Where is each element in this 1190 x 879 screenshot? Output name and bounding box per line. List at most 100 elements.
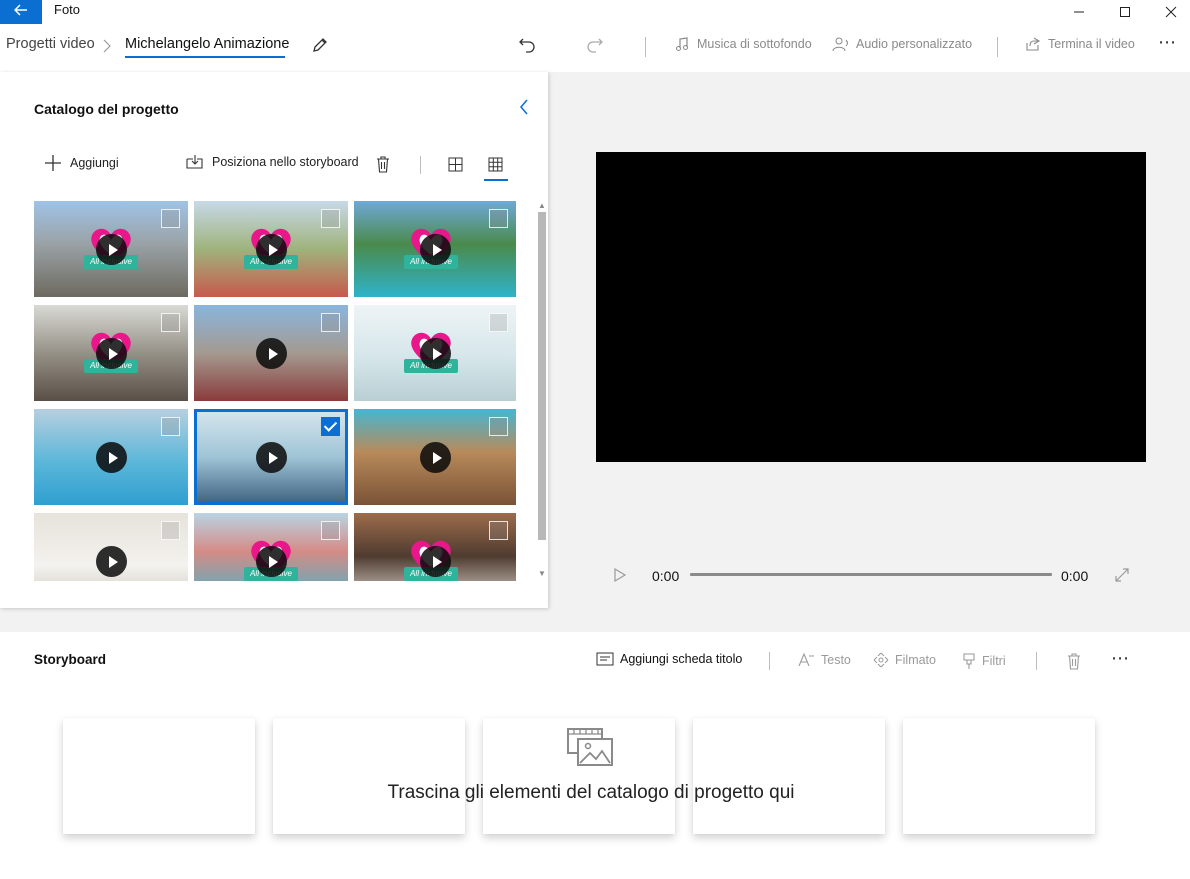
breadcrumb-underline [125, 56, 285, 58]
seek-bar[interactable] [690, 573, 1052, 576]
select-checkbox[interactable] [489, 521, 508, 540]
video-preview[interactable] [596, 152, 1146, 462]
play-overlay-icon[interactable] [420, 442, 451, 473]
play-overlay-icon[interactable] [420, 546, 451, 577]
plus-icon [45, 155, 61, 171]
play-overlay-icon[interactable] [256, 234, 287, 265]
storyboard-title: Storyboard [34, 652, 107, 667]
project-name[interactable]: Michelangelo Animazione [125, 36, 289, 52]
catalog-video-thumbnail[interactable]: All inclusive [354, 201, 516, 297]
title-bar: Foto [0, 0, 1190, 26]
select-checkbox[interactable] [321, 313, 340, 332]
total-time: 0:00 [1061, 568, 1089, 584]
delete-icon[interactable] [1067, 652, 1081, 670]
finish-video-label: Termina il video [1048, 37, 1135, 51]
text-button[interactable]: Testo [797, 652, 851, 668]
current-time: 0:00 [652, 568, 680, 584]
catalog-scrollbar-thumb[interactable] [538, 212, 546, 540]
back-button[interactable] [0, 0, 42, 24]
motion-button[interactable]: Filmato [873, 652, 936, 668]
separator [769, 652, 770, 670]
catalog-video-thumbnail[interactable] [34, 513, 188, 581]
play-overlay-icon[interactable] [96, 338, 127, 369]
maximize-button[interactable] [1102, 0, 1148, 24]
chevron-left-icon [520, 99, 528, 115]
filters-label: Filtri [982, 654, 1006, 668]
custom-audio-button[interactable]: Audio personalizzato [832, 35, 972, 53]
edit-pencil-icon[interactable] [311, 36, 329, 54]
fullscreen-icon[interactable] [1114, 567, 1130, 583]
view-mode-underline [484, 179, 508, 181]
select-checkbox[interactable] [489, 313, 508, 332]
catalog-video-thumbnail[interactable]: All inclusive [194, 201, 348, 297]
music-note-icon [673, 35, 691, 53]
small-grid-view-icon[interactable] [488, 157, 503, 172]
play-icon[interactable] [613, 567, 627, 583]
separator [420, 156, 421, 174]
select-checkbox[interactable] [321, 521, 340, 540]
custom-audio-label: Audio personalizzato [856, 37, 973, 51]
play-overlay-icon[interactable] [96, 234, 127, 265]
catalog-video-thumbnail[interactable] [194, 305, 348, 401]
place-in-storyboard-button[interactable]: Posiziona nello storyboard [186, 154, 359, 170]
add-title-card-button[interactable]: Aggiungi scheda titolo [596, 652, 742, 666]
storyboard-slot[interactable] [903, 718, 1095, 834]
filter-brush-icon [963, 653, 975, 669]
text-label: Testo [821, 653, 851, 667]
catalog-video-thumbnail[interactable]: All inclusive [194, 513, 348, 581]
play-overlay-icon[interactable] [256, 442, 287, 473]
delete-icon[interactable] [376, 155, 390, 173]
storyboard-more-button[interactable]: ⋯ [1111, 648, 1129, 669]
play-overlay-icon[interactable] [420, 234, 451, 265]
arrow-left-icon [13, 3, 28, 21]
storyboard-slot[interactable] [693, 718, 885, 834]
collapse-panel-button[interactable] [518, 98, 538, 120]
redo-icon[interactable] [586, 35, 604, 53]
catalog-video-thumbnail[interactable] [354, 409, 516, 505]
select-checkbox[interactable] [489, 417, 508, 436]
motion-label: Filmato [895, 653, 936, 667]
close-button[interactable] [1148, 0, 1190, 24]
select-checkbox[interactable] [489, 209, 508, 228]
background-music-label: Musica di sottofondo [697, 37, 812, 51]
storyboard-panel: Storyboard Aggiungi scheda titolo Testo … [0, 632, 1190, 879]
minimize-button[interactable] [1056, 0, 1102, 24]
close-icon [1165, 6, 1177, 18]
catalog-video-thumbnail[interactable]: All inclusive [34, 201, 188, 297]
select-checkbox[interactable] [321, 209, 340, 228]
large-grid-view-icon[interactable] [448, 157, 463, 172]
app-title: Foto [54, 2, 81, 17]
play-overlay-icon[interactable] [256, 338, 287, 369]
play-overlay-icon[interactable] [420, 338, 451, 369]
select-checkbox[interactable] [321, 417, 340, 436]
select-checkbox[interactable] [161, 521, 180, 540]
storyboard-slot[interactable] [63, 718, 255, 834]
filters-button[interactable]: Filtri [962, 652, 1006, 670]
play-overlay-icon[interactable] [96, 442, 127, 473]
motion-icon [873, 652, 889, 668]
background-music-button[interactable]: Musica di sottofondo [673, 35, 812, 53]
more-options-button[interactable]: ⋯ [1158, 32, 1177, 53]
add-button[interactable]: Aggiungi [44, 154, 119, 172]
finish-video-button[interactable]: Termina il video [1024, 35, 1135, 53]
scroll-down-arrow[interactable]: ▼ [537, 569, 547, 579]
breadcrumb-projects[interactable]: Progetti video [6, 36, 95, 52]
select-checkbox[interactable] [161, 209, 180, 228]
add-title-card-label: Aggiungi scheda titolo [620, 652, 743, 666]
storyboard-slot[interactable] [273, 718, 465, 834]
storyboard-drop-hint: Trascina gli elementi del catalogo di pr… [387, 782, 795, 803]
separator [1036, 652, 1037, 670]
scroll-up-arrow[interactable]: ▲ [537, 201, 547, 211]
catalog-video-thumbnail[interactable] [34, 409, 188, 505]
catalog-video-thumbnail[interactable]: All inclusive [354, 513, 516, 581]
undo-icon[interactable] [518, 35, 536, 53]
place-in-storyboard-label: Posiziona nello storyboard [212, 155, 359, 169]
select-checkbox[interactable] [161, 417, 180, 436]
catalog-video-thumbnail[interactable]: All inclusive [354, 305, 516, 401]
minimize-icon [1074, 11, 1084, 13]
catalog-video-thumbnail[interactable] [194, 409, 348, 505]
catalog-video-thumbnail[interactable]: All inclusive [34, 305, 188, 401]
play-overlay-icon[interactable] [256, 546, 287, 577]
play-overlay-icon[interactable] [96, 546, 127, 577]
select-checkbox[interactable] [161, 313, 180, 332]
